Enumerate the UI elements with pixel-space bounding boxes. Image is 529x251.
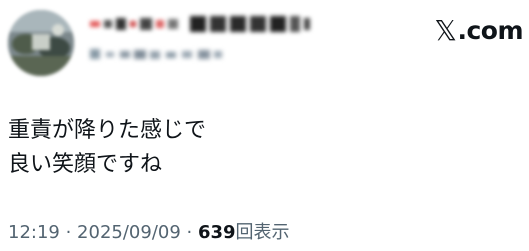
- views-label: 回表示: [235, 222, 290, 243]
- meta-separator: ·: [180, 222, 198, 243]
- handle-redacted[interactable]: [90, 46, 240, 62]
- display-name-redacted[interactable]: [90, 14, 350, 34]
- tweet-text: 重責が降りた感じで 良い笑顔ですね: [8, 114, 508, 182]
- tweet-line: 良い笑顔ですね: [8, 152, 163, 177]
- avatar[interactable]: [8, 10, 74, 76]
- tweet-meta: 12:19 · 2025/09/09 · 639回表示: [8, 222, 290, 244]
- meta-separator: ·: [59, 222, 78, 243]
- views-count: 639: [197, 222, 236, 243]
- tweet-time[interactable]: 12:19: [8, 222, 60, 243]
- avatar-image: [8, 10, 74, 76]
- x-logo-icon: 𝕏: [434, 13, 457, 47]
- tweet-date[interactable]: 2025/09/09: [77, 222, 181, 243]
- brand-domain: .com: [457, 15, 523, 45]
- brand-logo: 𝕏 .com: [434, 12, 523, 48]
- tweet-line: 重責が降りた感じで: [8, 118, 207, 143]
